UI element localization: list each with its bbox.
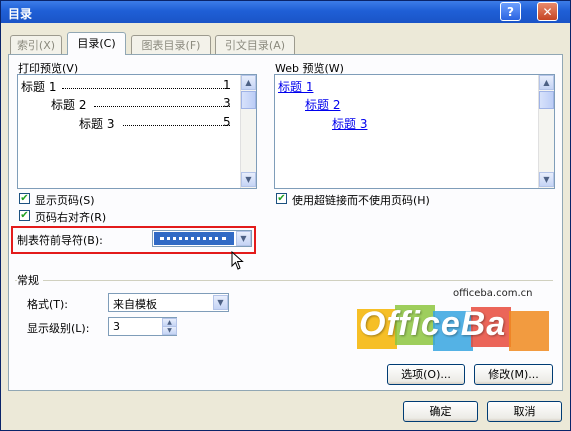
print-preview-page-1: 1 xyxy=(223,78,231,92)
web-preview-link-2[interactable]: 标题 2 xyxy=(305,96,340,113)
scroll-down-icon[interactable]: ▼ xyxy=(539,172,554,187)
format-select[interactable]: 来自模板 ▼ xyxy=(108,293,229,312)
logo-text: OfficeBa xyxy=(359,305,507,343)
levels-spinner[interactable]: 3 ▲ ▼ xyxy=(108,317,177,336)
spin-down-icon[interactable]: ▼ xyxy=(162,326,177,335)
general-group-title: 常规 xyxy=(17,272,43,288)
format-value: 来自模板 xyxy=(113,298,157,311)
print-preview-page-2: 3 xyxy=(223,96,231,110)
mouse-cursor-icon xyxy=(231,251,244,270)
print-preview-heading-3: 标题 3 xyxy=(79,117,115,131)
general-group-divider xyxy=(15,280,553,281)
web-preview-link-3[interactable]: 标题 3 xyxy=(332,115,367,132)
scroll-up-icon[interactable]: ▲ xyxy=(241,75,256,90)
web-preview-box: 标题 1 标题 2 标题 3 ▲ ▼ xyxy=(274,74,555,189)
tab-leader-select[interactable]: ▼ xyxy=(152,230,252,247)
chevron-down-icon[interactable]: ▼ xyxy=(213,295,228,310)
scroll-up-icon[interactable]: ▲ xyxy=(539,75,554,90)
tab-leader-label: 制表符前导符(B): xyxy=(17,234,103,247)
modify-button[interactable]: 修改(M)... xyxy=(474,364,553,385)
officeba-logo: OfficeBa xyxy=(357,301,551,355)
window-title: 目录 xyxy=(8,7,33,21)
print-preview-scrollbar[interactable]: ▲ ▼ xyxy=(240,75,256,188)
tab-toc[interactable]: 目录(C) xyxy=(67,32,126,55)
leader-dots xyxy=(62,88,230,89)
use-hyperlinks-label: 使用超链接而不使用页码(H) xyxy=(292,194,430,207)
tab-index[interactable]: 索引(X) xyxy=(10,35,62,55)
scroll-thumb[interactable] xyxy=(241,91,256,109)
tab-leader-dots xyxy=(160,237,226,240)
use-hyperlinks-checkbox[interactable]: ✔ xyxy=(276,193,287,204)
print-preview-box: 标题 1 1 标题 2 3 标题 3 5 ▲ ▼ xyxy=(17,74,257,189)
chevron-down-icon[interactable]: ▼ xyxy=(236,231,251,246)
web-preview-scrollbar[interactable]: ▲ ▼ xyxy=(538,75,554,188)
leader-dots xyxy=(94,106,230,107)
levels-label: 显示级别(L): xyxy=(27,322,90,335)
help-button[interactable]: ? xyxy=(500,2,521,21)
title-bar: 目录 ? ✕ xyxy=(1,1,570,23)
print-preview-heading-1: 标题 1 xyxy=(21,80,57,94)
print-preview-page-3: 5 xyxy=(223,115,231,129)
close-button[interactable]: ✕ xyxy=(537,2,558,21)
ok-button[interactable]: 确定 xyxy=(403,401,478,422)
scroll-down-icon[interactable]: ▼ xyxy=(241,172,256,187)
toc-dialog: 目录 ? ✕ 索引(X) 目录(C) 图表目录(F) 引文目录(A) 打印预览(… xyxy=(0,0,571,431)
web-preview-link-1[interactable]: 标题 1 xyxy=(278,78,313,95)
tab-table-of-authorities[interactable]: 引文目录(A) xyxy=(215,35,295,55)
right-align-checkbox[interactable]: ✔ xyxy=(19,210,30,221)
show-page-numbers-checkbox[interactable]: ✔ xyxy=(19,193,30,204)
watermark-url: officeba.com.cn xyxy=(453,288,533,299)
tab-table-of-figures[interactable]: 图表目录(F) xyxy=(131,35,211,55)
show-page-numbers-label: 显示页码(S) xyxy=(35,194,95,207)
scroll-thumb[interactable] xyxy=(539,91,554,109)
logo-tile xyxy=(509,311,549,351)
options-button[interactable]: 选项(O)... xyxy=(387,364,465,385)
leader-dots xyxy=(123,125,230,126)
cancel-button[interactable]: 取消 xyxy=(487,401,562,422)
levels-value: 3 xyxy=(113,320,120,333)
print-preview-heading-2: 标题 2 xyxy=(51,98,87,112)
tab-leader-selected-value xyxy=(154,232,234,245)
right-align-label: 页码右对齐(R) xyxy=(35,211,107,224)
format-label: 格式(T): xyxy=(27,298,69,311)
